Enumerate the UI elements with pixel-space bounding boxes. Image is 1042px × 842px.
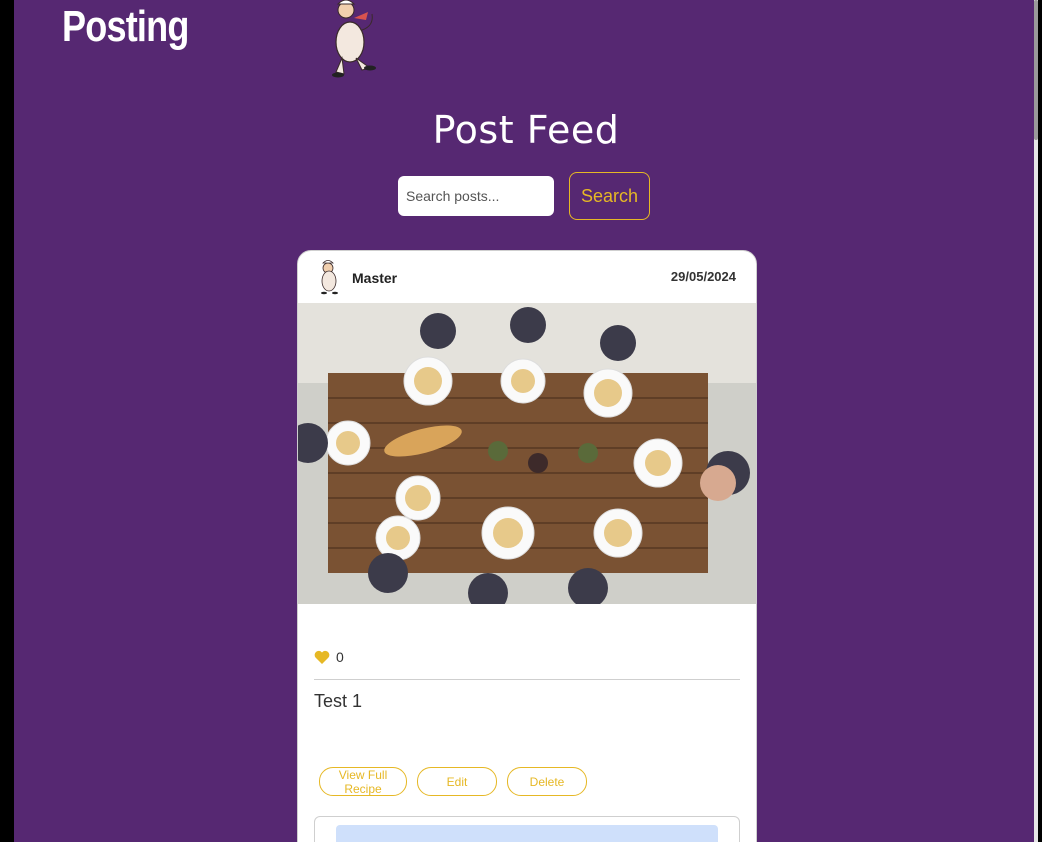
divider bbox=[314, 679, 740, 680]
search-button[interactable]: Search bbox=[569, 172, 650, 220]
like-count: 0 bbox=[336, 649, 344, 665]
post-author[interactable]: Master bbox=[352, 270, 397, 286]
post-title: Test 1 bbox=[314, 691, 363, 711]
comment-box bbox=[314, 816, 740, 842]
search-input[interactable] bbox=[398, 176, 554, 216]
scrollbar-thumb[interactable] bbox=[1034, 0, 1038, 140]
brand-logo-text[interactable]: Posting bbox=[62, 2, 189, 52]
delete-button[interactable]: Delete bbox=[507, 767, 587, 796]
scrollbar-track[interactable] bbox=[1034, 0, 1038, 842]
post-date: 29/05/2024 bbox=[670, 269, 736, 284]
post-card-header: Master 29/05/2024 bbox=[298, 251, 756, 303]
likes: 0 bbox=[314, 649, 344, 665]
edit-button[interactable]: Edit bbox=[417, 767, 497, 796]
post-card: Master 29/05/2024 0 Test 1 View Full Rec… bbox=[297, 250, 757, 842]
chef-mascot-icon bbox=[332, 0, 376, 78]
view-full-recipe-button[interactable]: View Full Recipe bbox=[319, 767, 407, 796]
page-title: Post Feed bbox=[432, 108, 620, 152]
avatar[interactable] bbox=[314, 260, 344, 296]
heart-icon[interactable] bbox=[314, 650, 330, 665]
comment-input[interactable] bbox=[336, 825, 718, 842]
page: Posting Post Feed Search Master 29/05/20… bbox=[14, 0, 1038, 842]
post-image[interactable] bbox=[298, 303, 757, 604]
